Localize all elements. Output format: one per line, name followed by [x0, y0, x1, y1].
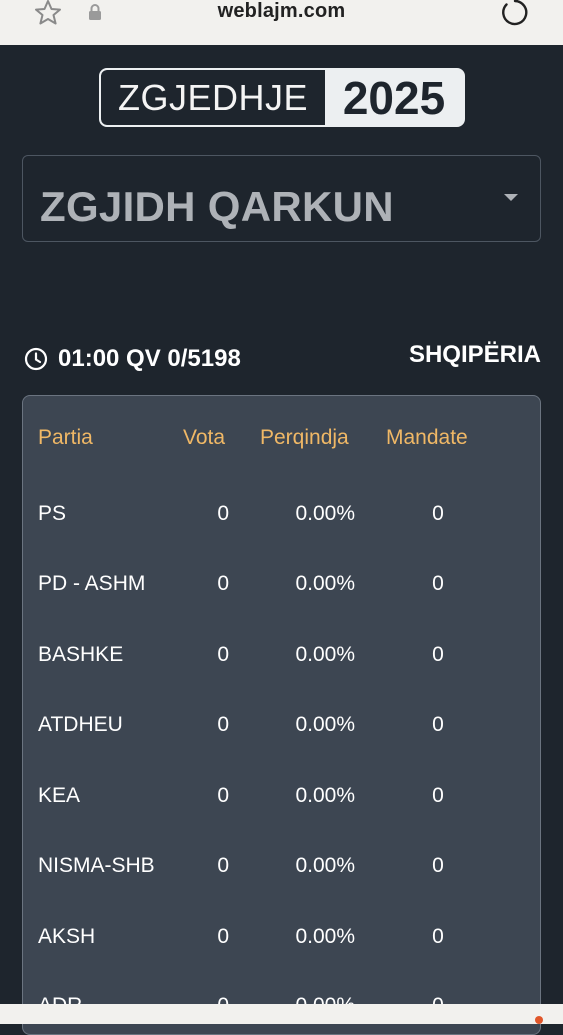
party-votes: 0 — [217, 572, 229, 595]
notification-dot — [535, 1016, 543, 1024]
region-select[interactable]: ZGJIDH QARKUN — [22, 155, 541, 242]
party-name: PS — [38, 502, 67, 525]
url-text[interactable]: weblajm.com — [0, 0, 563, 23]
party-name: AKSH — [38, 925, 96, 948]
party-name: BASHKE — [38, 643, 124, 666]
party-percent: 0.00% — [295, 854, 355, 877]
logo-year: 2025 — [342, 71, 446, 124]
party-percent: 0.00% — [295, 925, 355, 948]
party-votes: 0 — [217, 502, 229, 525]
header-party: Partia — [38, 426, 93, 449]
status-text: 01:00 QV 0/5198 — [58, 345, 241, 372]
table-row: KEA 0 0.00% 0 — [23, 784, 540, 814]
party-name: ATDHEU — [38, 713, 123, 736]
party-percent: 0.00% — [295, 784, 355, 807]
party-votes: 0 — [217, 854, 229, 877]
party-seats: 0 — [432, 784, 444, 807]
party-percent: 0.00% — [295, 643, 355, 666]
table-row: NISMA-SHB 0 0.00% 0 — [23, 854, 540, 884]
party-seats: 0 — [432, 502, 444, 525]
party-votes: 0 — [217, 713, 229, 736]
party-percent: 0.00% — [295, 502, 355, 525]
header-seats: Mandate — [386, 426, 468, 449]
party-name: PD - ASHM — [38, 572, 146, 595]
header-percent: Perqindja — [260, 426, 349, 449]
table-row: BASHKE 0 0.00% 0 — [23, 643, 540, 673]
party-votes: 0 — [217, 784, 229, 807]
header-votes: Vota — [183, 426, 226, 449]
party-name: KEA — [38, 784, 81, 807]
table-row: AKSH 0 0.00% 0 — [23, 925, 540, 955]
table-row: PS 0 0.00% 0 — [23, 502, 540, 532]
election-logo[interactable]: ZGJEDHJE 2025 — [99, 68, 465, 127]
party-seats: 0 — [432, 643, 444, 666]
region-select-value: ZGJIDH QARKUN — [40, 183, 394, 230]
reload-icon[interactable] — [500, 0, 530, 26]
party-name: NISMA-SHB — [38, 854, 155, 877]
party-votes: 0 — [217, 925, 229, 948]
browser-bottom-bar — [0, 1004, 563, 1024]
results-table: Partia Vota Perqindja Mandate PS 0 0.00%… — [22, 395, 541, 1035]
party-seats: 0 — [432, 854, 444, 877]
table-row: ATDHEU 0 0.00% 0 — [23, 713, 540, 743]
party-percent: 0.00% — [295, 572, 355, 595]
chevron-down-icon — [504, 194, 518, 201]
table-row: PD - ASHM 0 0.00% 0 — [23, 572, 540, 602]
party-percent: 0.00% — [295, 713, 355, 736]
party-seats: 0 — [432, 572, 444, 595]
logo-word: ZGJEDHJE — [101, 70, 325, 125]
update-status: 01:00 QV 0/5198 — [24, 343, 241, 375]
party-seats: 0 — [432, 713, 444, 736]
party-votes: 0 — [217, 643, 229, 666]
region-name: SHQIPËRIA — [408, 341, 541, 368]
browser-address-bar: weblajm.com — [0, 0, 563, 45]
page-content: ZGJEDHJE 2025 ZGJIDH QARKUN 01:00 QV 0/5… — [0, 45, 563, 1035]
party-seats: 0 — [432, 925, 444, 948]
clock-icon — [24, 347, 48, 371]
